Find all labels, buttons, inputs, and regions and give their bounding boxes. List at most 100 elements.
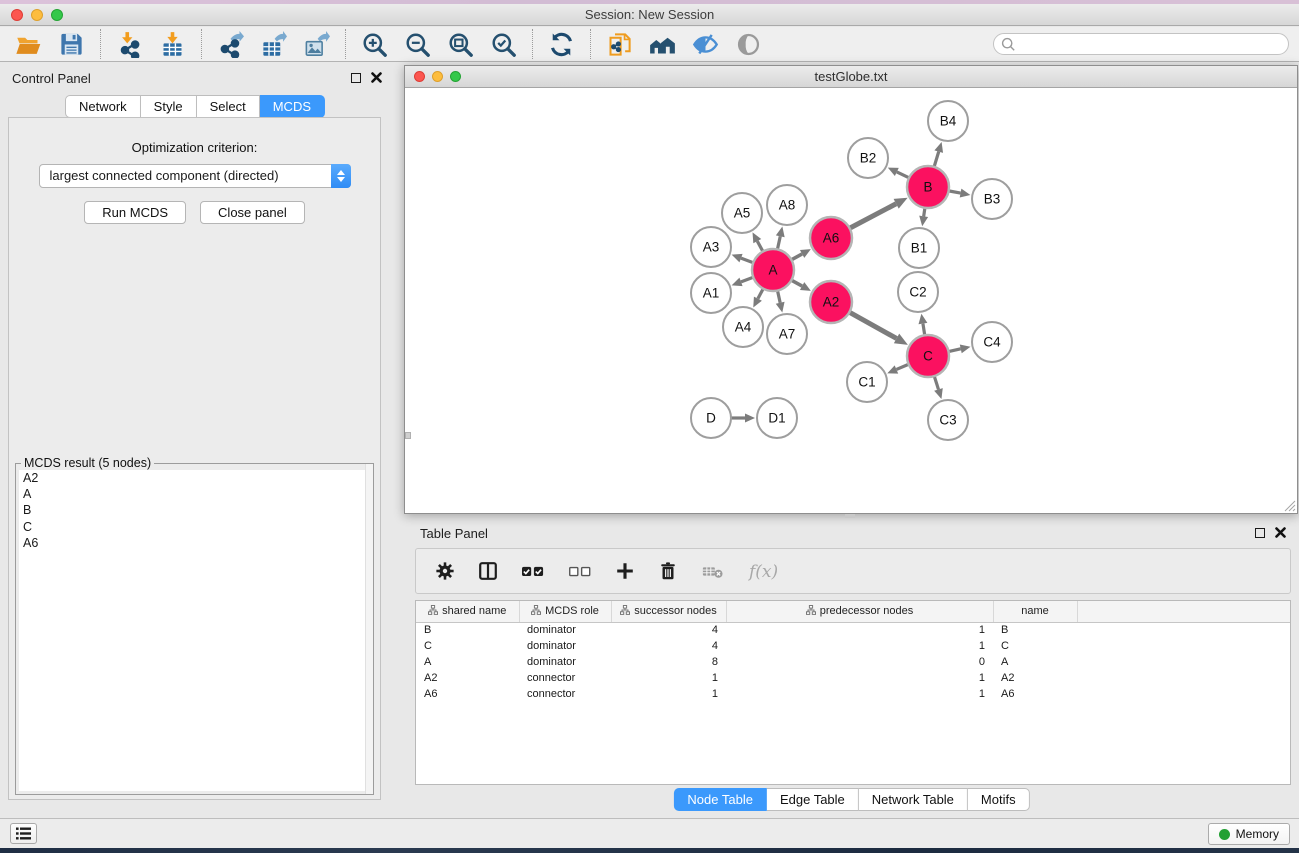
graph-edge[interactable] (923, 324, 925, 336)
network-window-titlebar[interactable]: testGlobe.txt (405, 66, 1297, 88)
zoom-selected-icon[interactable] (490, 31, 517, 58)
import-table-icon[interactable] (159, 31, 186, 58)
table-row[interactable]: Adominator80A (416, 654, 1290, 670)
table-row[interactable]: A2connector11A2 (416, 670, 1290, 686)
run-mcds-button[interactable]: Run MCDS (84, 201, 186, 224)
tab-network-table[interactable]: Network Table (859, 788, 968, 811)
close-panel-icon[interactable] (371, 72, 382, 83)
table-cell[interactable]: A (416, 654, 519, 670)
table-cell[interactable]: 4 (611, 622, 726, 638)
tab-style[interactable]: Style (141, 95, 197, 118)
task-history-button[interactable] (10, 823, 37, 844)
graph-edge[interactable] (896, 364, 908, 369)
optimization-select[interactable]: largest connected component (directed) (39, 164, 351, 188)
scrollbar-thumb[interactable] (405, 432, 411, 439)
zoom-in-icon[interactable] (361, 31, 388, 58)
graph-edge[interactable] (741, 258, 753, 263)
export-image-icon[interactable] (303, 31, 330, 58)
column-header-mcds-role[interactable]: MCDS role (519, 601, 611, 622)
graph-edge[interactable] (757, 241, 763, 251)
table-cell[interactable]: A6 (993, 686, 1077, 702)
graph-edge[interactable] (924, 208, 925, 217)
mcds-result-item[interactable]: A6 (19, 535, 370, 551)
column-layout-icon[interactable] (477, 560, 499, 582)
add-column-icon[interactable] (614, 560, 636, 582)
column-header-shared-name[interactable]: shared name (416, 601, 519, 622)
table-cell[interactable]: 1 (726, 686, 993, 702)
clone-network-icon[interactable] (606, 31, 633, 58)
table-cell[interactable]: A2 (993, 670, 1077, 686)
network-view-window[interactable]: testGlobe.txt B4B2BB3A8A5A6A3B1AA1C2A2A4… (404, 65, 1298, 514)
graph-edge[interactable] (897, 172, 909, 178)
hide-graphics-details-icon[interactable] (692, 31, 719, 58)
table-cell[interactable]: B (416, 622, 519, 638)
import-network-icon[interactable] (116, 31, 143, 58)
table-cell[interactable]: 1 (611, 670, 726, 686)
deselect-checkboxes-icon[interactable] (567, 560, 593, 582)
delete-column-trash-icon[interactable] (657, 560, 679, 582)
refresh-layout-icon[interactable] (548, 31, 575, 58)
show-graphics-details-icon[interactable] (735, 31, 762, 58)
select-all-checkboxes-icon[interactable] (520, 560, 546, 582)
main-titlebar[interactable]: Session: New Session (0, 4, 1299, 26)
tab-mcds[interactable]: MCDS (260, 95, 325, 118)
float-table-panel-icon[interactable] (1255, 528, 1265, 538)
graph-edge[interactable] (777, 236, 780, 249)
table-cell[interactable]: 1 (726, 670, 993, 686)
open-session-icon[interactable] (15, 31, 42, 58)
mcds-result-item[interactable]: A2 (19, 470, 370, 486)
graph-edge[interactable] (741, 277, 753, 282)
table-cell[interactable]: 8 (611, 654, 726, 670)
table-cell[interactable]: A2 (416, 670, 519, 686)
tab-network[interactable]: Network (65, 95, 141, 118)
table-cell[interactable]: dominator (519, 622, 611, 638)
resize-handle-icon[interactable] (1284, 500, 1296, 512)
export-table-icon[interactable] (260, 31, 287, 58)
table-cell[interactable]: 1 (611, 686, 726, 702)
column-header-name[interactable]: name (993, 601, 1077, 622)
table-cell[interactable]: 4 (611, 638, 726, 654)
table-row[interactable]: Bdominator41B (416, 622, 1290, 638)
mcds-result-item[interactable]: A (19, 486, 370, 502)
home-icon[interactable] (649, 31, 676, 58)
memory-button[interactable]: Memory (1208, 823, 1290, 845)
graph-edge[interactable] (949, 349, 961, 352)
table-row[interactable]: A6connector11A6 (416, 686, 1290, 702)
tab-edge-table[interactable]: Edge Table (767, 788, 859, 811)
mcds-result-item[interactable]: B (19, 502, 370, 518)
graph-edge[interactable] (791, 280, 802, 286)
float-panel-icon[interactable] (351, 73, 361, 83)
table-cell[interactable]: C (993, 638, 1077, 654)
table-cell[interactable]: A6 (416, 686, 519, 702)
delete-table-icon[interactable] (700, 560, 726, 582)
graph-edge[interactable] (849, 312, 896, 338)
table-cell[interactable]: 0 (726, 654, 993, 670)
graph-edge[interactable] (850, 204, 897, 228)
search-input[interactable] (993, 33, 1289, 55)
result-scrollbar[interactable] (365, 464, 373, 794)
graph-edge[interactable] (934, 376, 938, 389)
graph-edge[interactable] (791, 254, 802, 260)
tab-node-table[interactable]: Node Table (673, 788, 767, 811)
table-cell[interactable]: connector (519, 686, 611, 702)
mcds-result-item[interactable]: C (19, 519, 370, 535)
network-canvas[interactable]: B4B2BB3A8A5A6A3B1AA1C2A2A4A7C4CC1C3DD1 (405, 89, 1297, 513)
table-cell[interactable]: 1 (726, 638, 993, 654)
table-cell[interactable]: C (416, 638, 519, 654)
table-cell[interactable]: connector (519, 670, 611, 686)
table-cell[interactable]: 1 (726, 622, 993, 638)
close-table-panel-icon[interactable] (1275, 527, 1286, 538)
table-cell[interactable]: A (993, 654, 1077, 670)
column-header-successor-nodes[interactable]: successor nodes (611, 601, 726, 622)
graph-edge[interactable] (777, 291, 780, 303)
tab-select[interactable]: Select (197, 95, 260, 118)
table-cell[interactable]: B (993, 622, 1077, 638)
export-network-icon[interactable] (217, 31, 244, 58)
zoom-fit-icon[interactable] (447, 31, 474, 58)
graph-edge[interactable] (758, 289, 763, 299)
settings-gear-icon[interactable] (434, 560, 456, 582)
table-cell[interactable]: dominator (519, 638, 611, 654)
table-cell[interactable]: dominator (519, 654, 611, 670)
graph-edge[interactable] (934, 152, 939, 167)
function-builder-icon[interactable]: f(x) (747, 559, 783, 583)
